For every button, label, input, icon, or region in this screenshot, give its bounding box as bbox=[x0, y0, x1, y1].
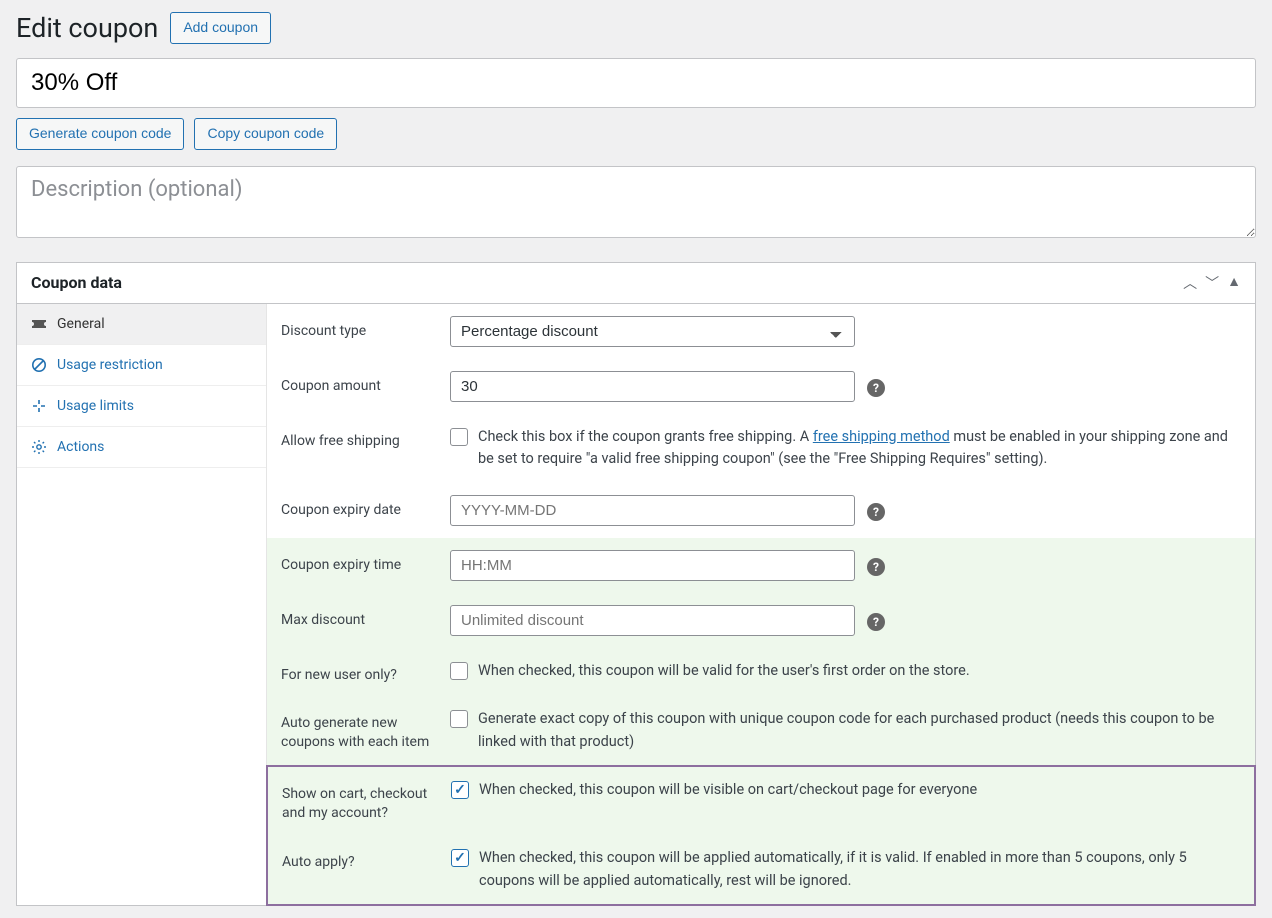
coupon-title-input[interactable] bbox=[16, 58, 1256, 108]
row-expiry-time: Coupon expiry time ? bbox=[267, 538, 1255, 593]
copy-code-button[interactable]: Copy coupon code bbox=[194, 118, 337, 150]
add-coupon-button[interactable]: Add coupon bbox=[170, 12, 271, 44]
panel-title: Coupon data bbox=[31, 273, 122, 292]
tab-usage-limits[interactable]: Usage limits bbox=[17, 386, 266, 427]
help-icon[interactable]: ? bbox=[867, 558, 885, 576]
row-max-discount: Max discount ? bbox=[267, 593, 1255, 648]
tabs-sidebar: General Usage restriction Usage limits A… bbox=[17, 304, 267, 905]
row-discount-type: Discount type Percentage discount bbox=[267, 304, 1255, 359]
label-expiry-time: Coupon expiry time bbox=[281, 550, 436, 575]
panel-down-icon[interactable]: ﹀ bbox=[1205, 273, 1219, 293]
free-shipping-link[interactable]: free shipping method bbox=[813, 428, 950, 445]
page-title: Edit coupon bbox=[16, 12, 158, 44]
page-header: Edit coupon Add coupon bbox=[16, 12, 1256, 44]
coupon-amount-input[interactable] bbox=[450, 371, 855, 402]
expiry-date-input[interactable] bbox=[450, 495, 855, 526]
free-shipping-text: Check this box if the coupon grants free… bbox=[478, 426, 1241, 471]
expiry-time-input[interactable] bbox=[450, 550, 855, 581]
panel-header-controls: ︿ ﹀ ▲ bbox=[1183, 273, 1241, 293]
label-coupon-amount: Coupon amount bbox=[281, 371, 436, 396]
label-max-discount: Max discount bbox=[281, 605, 436, 630]
panel-header: Coupon data ︿ ﹀ ▲ bbox=[17, 263, 1255, 304]
row-new-user: For new user only? When checked, this co… bbox=[267, 648, 1255, 697]
tab-label: Usage restriction bbox=[57, 357, 163, 373]
label-auto-generate: Auto generate new coupons with each item bbox=[281, 708, 436, 752]
max-discount-input[interactable] bbox=[450, 605, 855, 636]
tab-label: Usage limits bbox=[57, 398, 134, 414]
tab-label: Actions bbox=[57, 439, 104, 455]
row-expiry-date: Coupon expiry date ? bbox=[267, 483, 1255, 538]
label-expiry-date: Coupon expiry date bbox=[281, 495, 436, 520]
tab-usage-restriction[interactable]: Usage restriction bbox=[17, 345, 266, 386]
gear-icon bbox=[31, 439, 47, 455]
highlighted-section: Show on cart, checkout and my account? W… bbox=[266, 765, 1256, 906]
new-user-checkbox[interactable] bbox=[450, 662, 468, 680]
label-new-user: For new user only? bbox=[281, 660, 436, 685]
row-show-on-cart: Show on cart, checkout and my account? W… bbox=[268, 767, 1254, 835]
tab-general[interactable]: General bbox=[17, 304, 266, 345]
label-discount-type: Discount type bbox=[281, 316, 436, 341]
help-icon[interactable]: ? bbox=[867, 503, 885, 521]
generate-code-button[interactable]: Generate coupon code bbox=[16, 118, 184, 150]
coupon-data-panel: Coupon data ︿ ﹀ ▲ General Usage restrict… bbox=[16, 262, 1256, 906]
code-buttons-row: Generate coupon code Copy coupon code bbox=[16, 118, 1256, 150]
auto-apply-checkbox[interactable] bbox=[451, 849, 469, 867]
auto-apply-text: When checked, this coupon will be applie… bbox=[479, 847, 1240, 892]
tab-actions[interactable]: Actions bbox=[17, 427, 266, 468]
label-auto-apply: Auto apply? bbox=[282, 847, 437, 872]
panel-collapse-icon[interactable]: ▲ bbox=[1227, 273, 1241, 293]
panel-body: General Usage restriction Usage limits A… bbox=[17, 304, 1255, 905]
row-free-shipping: Allow free shipping Check this box if th… bbox=[267, 414, 1255, 483]
panel-up-icon[interactable]: ︿ bbox=[1183, 273, 1197, 293]
tab-content: Discount type Percentage discount Coupon… bbox=[267, 304, 1255, 905]
row-auto-generate: Auto generate new coupons with each item… bbox=[267, 696, 1255, 765]
discount-type-select[interactable]: Percentage discount bbox=[450, 316, 855, 347]
new-user-text: When checked, this coupon will be valid … bbox=[478, 660, 1241, 682]
description-textarea[interactable] bbox=[16, 166, 1256, 238]
ban-icon bbox=[31, 357, 47, 373]
free-shipping-checkbox[interactable] bbox=[450, 428, 468, 446]
row-auto-apply: Auto apply? When checked, this coupon wi… bbox=[268, 835, 1254, 904]
help-icon[interactable]: ? bbox=[867, 613, 885, 631]
show-on-cart-text: When checked, this coupon will be visibl… bbox=[479, 779, 1240, 801]
limits-icon bbox=[31, 398, 47, 414]
auto-generate-checkbox[interactable] bbox=[450, 710, 468, 728]
ticket-icon bbox=[31, 316, 47, 332]
help-icon[interactable]: ? bbox=[867, 379, 885, 397]
label-show-on-cart: Show on cart, checkout and my account? bbox=[282, 779, 437, 823]
show-on-cart-checkbox[interactable] bbox=[451, 781, 469, 799]
row-coupon-amount: Coupon amount ? bbox=[267, 359, 1255, 414]
auto-generate-text: Generate exact copy of this coupon with … bbox=[478, 708, 1241, 753]
tab-label: General bbox=[57, 316, 105, 332]
label-free-shipping: Allow free shipping bbox=[281, 426, 436, 451]
